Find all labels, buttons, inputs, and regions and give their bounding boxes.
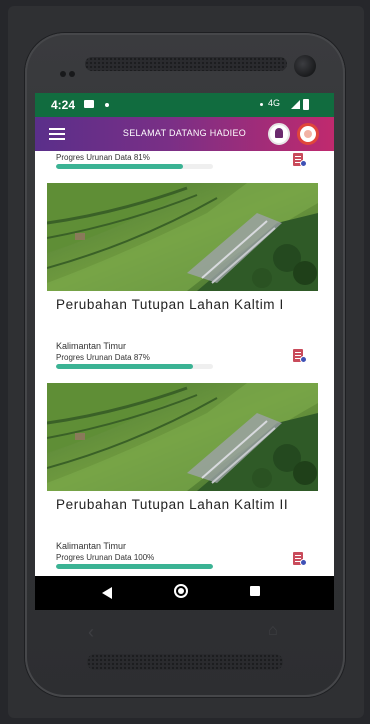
- front-camera: [294, 55, 316, 77]
- document-clock-icon[interactable]: [293, 153, 307, 167]
- project-card[interactable]: Perubahan Tutupan Lahan Kaltim II Kalima…: [47, 383, 318, 575]
- project-card[interactable]: Perubahan Tutupan Lahan Kaltim I Kaliman…: [47, 183, 318, 375]
- signal-icon: [291, 100, 300, 109]
- hardware-home-icon: ⌂: [268, 622, 278, 639]
- rice-terrace-image: [47, 383, 318, 491]
- card-title: Perubahan Tutupan Lahan Kaltim I: [56, 297, 284, 312]
- app-bar: SELAMAT DATANG HADIEO: [35, 117, 334, 151]
- progress-label: Progres Urunan Data 100%: [56, 553, 155, 562]
- progress-fill: [56, 164, 184, 169]
- triangle-back-icon[interactable]: [102, 587, 112, 599]
- phone-screen: 4:24 4G SELAMAT DATANG HADIEO Progres Ur…: [35, 93, 334, 610]
- bottom-speaker: [87, 654, 283, 670]
- progress-label: Progres Urunan Data 87%: [56, 353, 150, 362]
- circle-home-icon[interactable]: [174, 584, 188, 598]
- network-type: 4G: [268, 98, 281, 108]
- square-recent-icon[interactable]: [250, 586, 260, 596]
- avatar-icon[interactable]: [297, 123, 319, 145]
- progress-label: Progres Urunan Data 81%: [56, 153, 150, 162]
- document-clock-icon[interactable]: [293, 349, 307, 363]
- notification-dot-icon: [105, 103, 109, 107]
- image-notification-icon: [84, 100, 94, 108]
- earpiece-speaker: [85, 57, 287, 71]
- progress-fill: [56, 364, 193, 369]
- rice-terrace-image: [47, 183, 318, 291]
- project-list[interactable]: Progres Urunan Data 81% Perubahan Tutupa…: [35, 151, 334, 576]
- document-clock-icon[interactable]: [293, 552, 307, 566]
- hardware-back-icon: ‹: [88, 622, 94, 642]
- progress-fill: [56, 564, 213, 569]
- card-location: Kalimantan Timur: [56, 341, 127, 351]
- status-bar: 4:24 4G: [35, 93, 334, 117]
- card-location: Kalimantan Timur: [56, 541, 127, 551]
- battery-icon: [303, 99, 309, 110]
- navigation-bar: [35, 576, 334, 610]
- progress-bar: [56, 564, 213, 569]
- bell-icon[interactable]: [268, 123, 290, 145]
- card-title: Perubahan Tutupan Lahan Kaltim II: [56, 497, 289, 512]
- status-time: 4:24: [51, 98, 76, 112]
- notification-dot-icon: [260, 103, 263, 106]
- sensor-dots: [60, 64, 82, 77]
- progress-bar: [56, 164, 213, 169]
- progress-bar: [56, 364, 213, 369]
